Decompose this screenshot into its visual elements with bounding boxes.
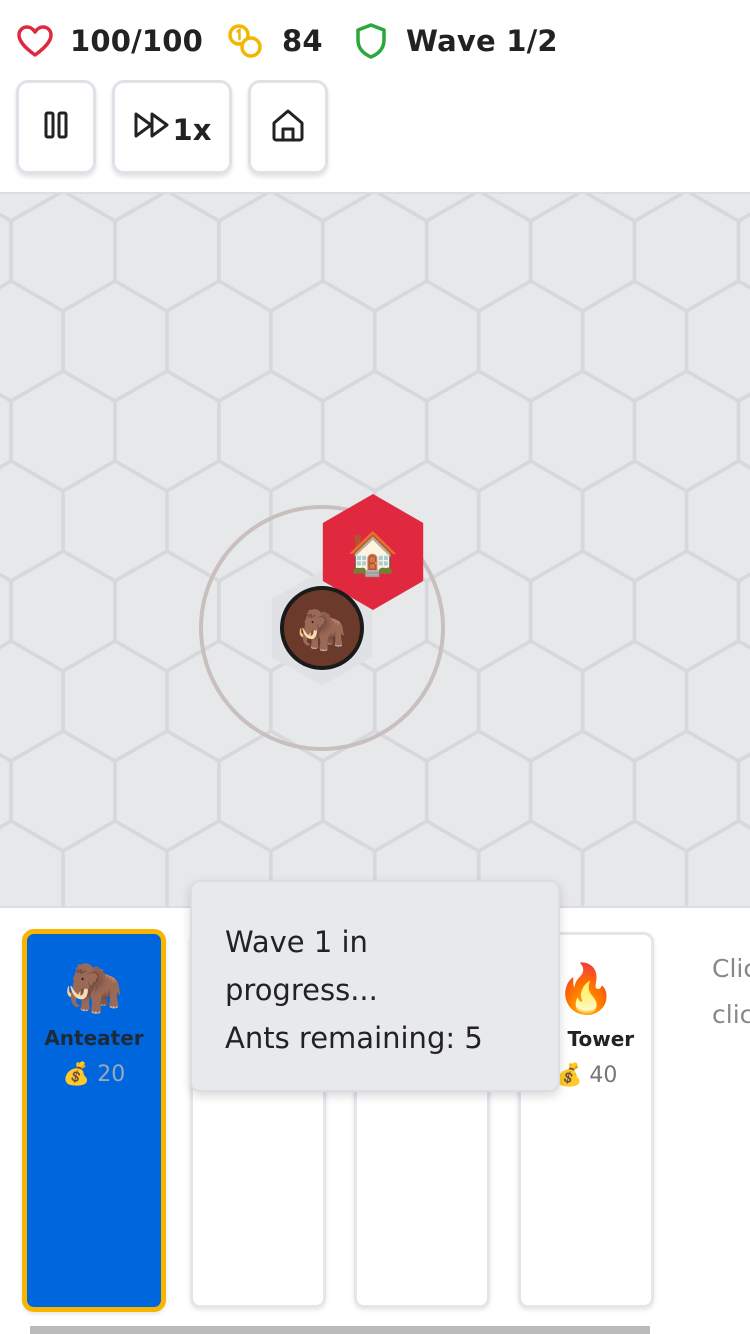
health-value: 100/100 [70,24,204,58]
coins-stat: 84 [226,18,323,64]
help-text: Click hex place Right click sel (70 ref [712,946,750,1296]
toast-line-1: Wave 1 in [225,925,368,959]
wave-status-toast: Wave 1 in progress... Ants remaining: 5 [190,880,560,1092]
money-bag-icon: 💰 [62,1062,91,1087]
anteater-icon: 🦣 [297,607,347,653]
hex-grid[interactable]: 🏠🦣 [0,194,750,906]
wave-stat: Wave 1/2 [352,18,558,64]
house-icon: 🏠 [347,529,399,578]
pause-icon [43,110,69,144]
home-icon [270,107,306,147]
pause-button[interactable] [16,80,96,174]
shield-icon [352,22,390,60]
tower-card-anteater[interactable]: 🦣 Anteater 💰 20 [22,929,166,1312]
wave-value: Wave 1/2 [406,24,558,58]
hud-bar: 100/100 84 Wave 1/2 [0,0,750,82]
speed-button[interactable]: 1x [112,80,232,174]
tower-name: Anteater [44,1026,144,1050]
tower-name: e Tower [547,1027,635,1051]
game-map[interactable]: 🏠 🦣 [0,192,750,906]
tower-cost: 💰 40 [555,1063,618,1088]
coins-value: 84 [282,24,323,58]
help-paragraph: Click hex place Right click sel (70 ref [712,954,750,1029]
anteater-icon: 🦣 [64,960,124,1016]
coins-icon [226,22,264,60]
speed-label: 1x [172,113,212,147]
toast-line-3: Ants remaining: 5 [225,1021,483,1055]
fast-forward-icon [133,110,173,144]
toast-line-2: progress... [225,973,378,1007]
tower-cost: 💰 20 [62,1062,126,1087]
health-stat: 100/100 [16,18,203,64]
home-button[interactable] [248,80,328,174]
heart-icon [16,22,54,60]
horizontal-scrollbar[interactable] [30,1326,650,1334]
